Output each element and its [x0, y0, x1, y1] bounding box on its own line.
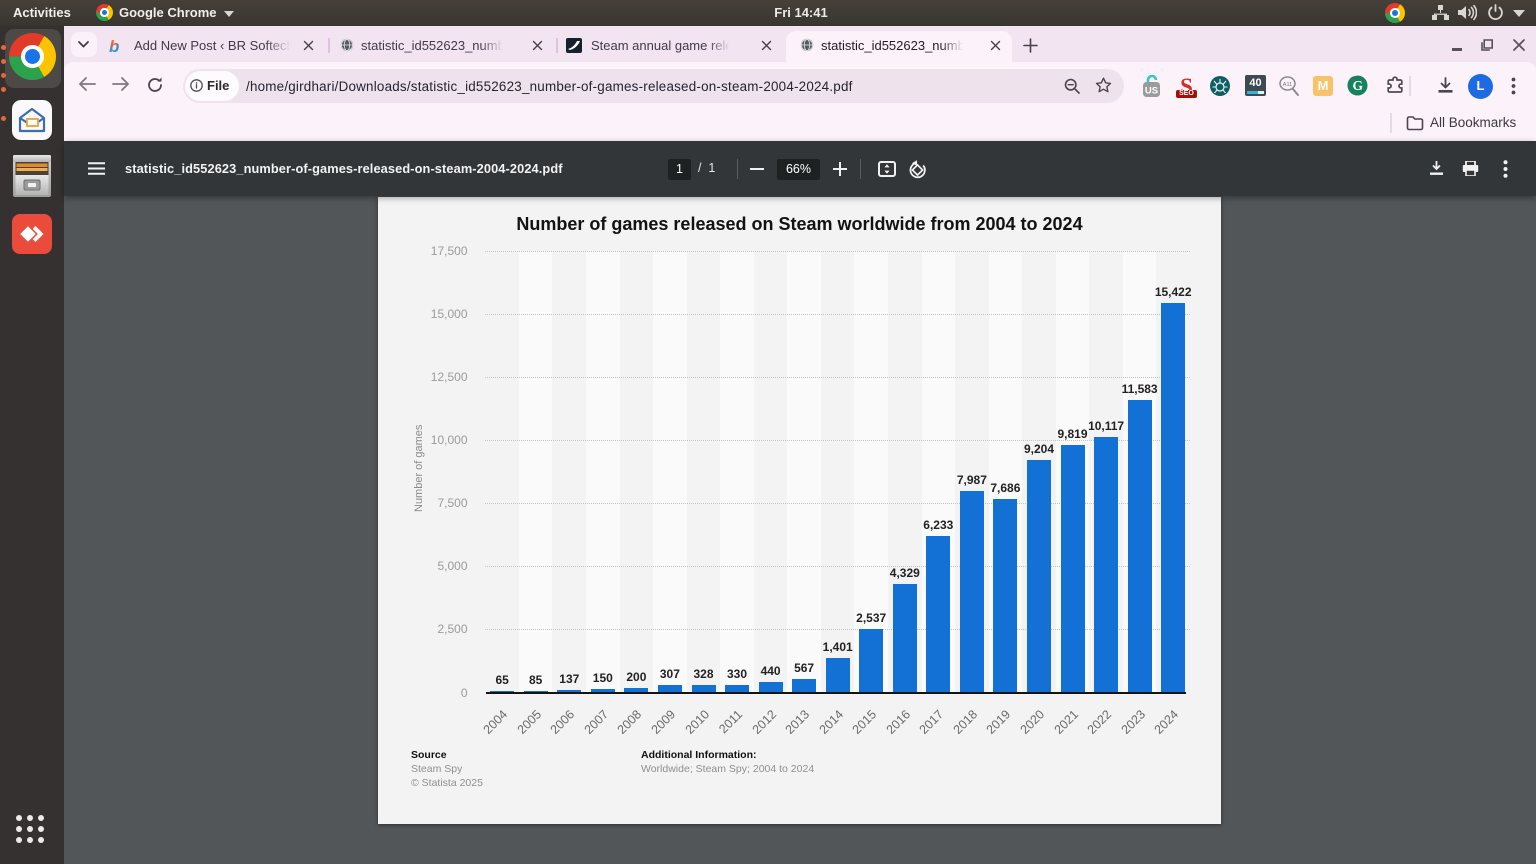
svg-text:A11: A11: [1283, 82, 1292, 88]
svg-text:US: US: [1145, 86, 1158, 97]
svg-text:G: G: [1353, 78, 1364, 93]
